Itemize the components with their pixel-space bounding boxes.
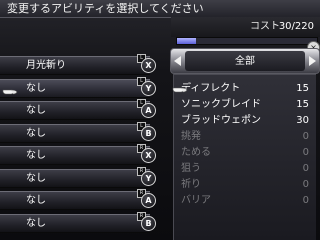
ability-slot[interactable]: なし bbox=[0, 214, 150, 233]
ability-list-item[interactable]: ディフレクト 15 bbox=[181, 81, 309, 97]
face-button-icon: B bbox=[141, 216, 156, 231]
slot-label: なし bbox=[26, 173, 46, 184]
ability-list-item[interactable]: 祈り 0 bbox=[181, 177, 309, 193]
cost-bar bbox=[176, 37, 318, 45]
slot-label: なし bbox=[26, 195, 46, 206]
header-bar: 変更するアビリティを選択してください bbox=[0, 0, 320, 18]
slot-label: なし bbox=[26, 105, 46, 116]
arrow-right-icon[interactable] bbox=[309, 56, 316, 66]
ability-cost: 0 bbox=[302, 147, 309, 158]
ability-cost: 0 bbox=[302, 195, 309, 206]
face-button-icon: A bbox=[141, 103, 156, 118]
ability-list-item[interactable]: 狙う 0 bbox=[181, 161, 309, 177]
slot-label: なし bbox=[26, 218, 46, 229]
slot-label: なし bbox=[26, 83, 46, 94]
ability-name: 挑発 bbox=[181, 131, 201, 142]
slot-label: なし bbox=[26, 128, 46, 139]
ability-slot[interactable]: なし bbox=[0, 191, 150, 210]
filter-inner: 全部 bbox=[185, 51, 305, 71]
ability-cost: 30 bbox=[296, 115, 309, 126]
slot-label: なし bbox=[26, 150, 46, 161]
ability-name: ソニックブレイド bbox=[181, 99, 261, 110]
ability-slot[interactable]: 月光斬り bbox=[0, 56, 150, 75]
cost-label: コスト bbox=[250, 21, 280, 32]
cost-bar-fill bbox=[177, 38, 197, 44]
hand-cursor-icon bbox=[172, 87, 188, 93]
ability-list-item[interactable]: バリア 0 bbox=[181, 193, 309, 209]
ability-screen: 変更するアビリティを選択してください コスト 30/220 × 全部 ディフレク… bbox=[0, 0, 320, 240]
face-button-icon: X bbox=[141, 58, 156, 73]
ability-list-item[interactable]: ブラッドウェポン 30 bbox=[181, 113, 309, 129]
ability-name: ディフレクト bbox=[181, 83, 241, 94]
header-title: 変更するアビリティを選択してください bbox=[7, 2, 204, 15]
ability-slot[interactable]: なし bbox=[0, 79, 150, 98]
cost-value: 30/220 bbox=[278, 21, 314, 32]
ability-slot[interactable]: なし bbox=[0, 101, 150, 120]
ability-list-item[interactable]: ソニックブレイド 15 bbox=[181, 97, 309, 113]
ability-slot[interactable]: なし bbox=[0, 169, 150, 188]
ability-list-item[interactable]: 挑発 0 bbox=[181, 129, 309, 145]
face-button-icon: X bbox=[141, 148, 156, 163]
cost-panel: コスト 30/220 bbox=[171, 17, 320, 37]
ability-list-item[interactable]: ためる 0 bbox=[181, 145, 309, 161]
face-button-icon: Y bbox=[141, 171, 156, 186]
ability-slot[interactable]: なし bbox=[0, 124, 150, 143]
face-button-icon: B bbox=[141, 126, 156, 141]
ability-slot[interactable]: なし bbox=[0, 146, 150, 165]
face-button-icon: A bbox=[141, 193, 156, 208]
filter-label: 全部 bbox=[235, 56, 255, 67]
ability-name: 祈り bbox=[181, 179, 201, 190]
ability-cost: 15 bbox=[296, 99, 309, 110]
ability-name: 狙う bbox=[181, 163, 201, 174]
ability-name: ブラッドウェポン bbox=[181, 115, 261, 126]
ability-cost: 0 bbox=[302, 131, 309, 142]
filter-selector[interactable]: 全部 bbox=[170, 48, 320, 74]
arrow-left-icon[interactable] bbox=[174, 56, 181, 66]
ability-cost: 15 bbox=[296, 83, 309, 94]
ability-cost: 0 bbox=[302, 163, 309, 174]
ability-name: ためる bbox=[181, 147, 211, 158]
ability-cost: 0 bbox=[302, 179, 309, 190]
hand-cursor-icon bbox=[2, 89, 18, 95]
ability-name: バリア bbox=[181, 195, 211, 206]
face-button-icon: Y bbox=[141, 81, 156, 96]
slot-label: 月光斬り bbox=[26, 60, 66, 71]
